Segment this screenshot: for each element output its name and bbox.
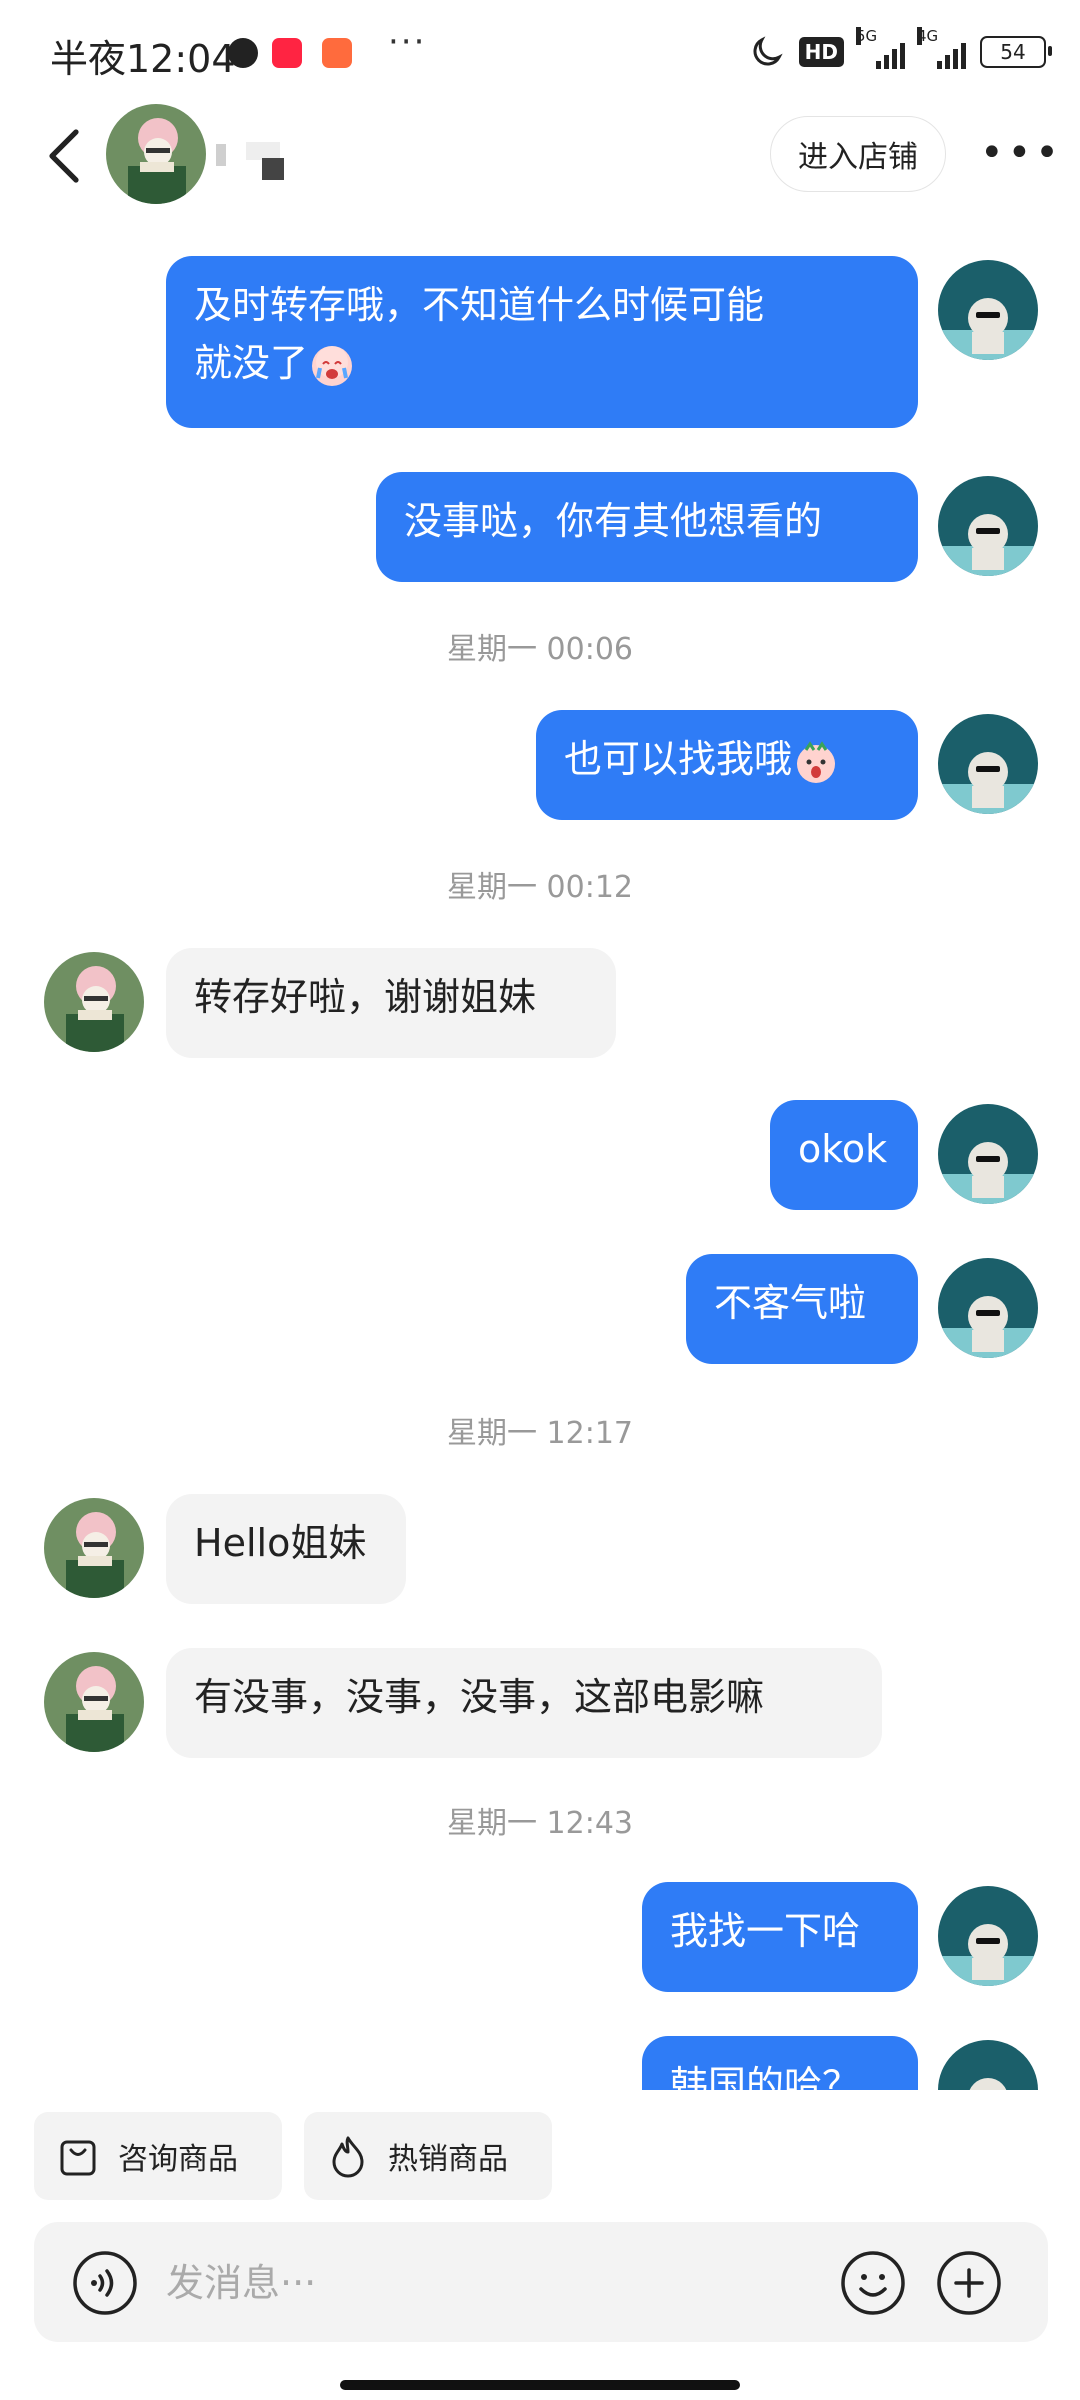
hd-voice-icon: HD bbox=[798, 37, 844, 67]
contact-name-redacted bbox=[216, 144, 226, 166]
message-bubble-outgoing[interactable]: 也可以找我哦 bbox=[536, 710, 918, 820]
surprised-face-icon bbox=[797, 740, 836, 783]
message-bubble-outgoing[interactable]: 及时转存哦，不知道什么时候可能 就没了 bbox=[166, 256, 918, 428]
message-bubble-outgoing[interactable]: 我找一下哈 bbox=[642, 1882, 918, 1992]
status-time: 半夜12:04 bbox=[50, 37, 236, 81]
message-bubble-outgoing[interactable]: 不客气啦 bbox=[686, 1254, 918, 1364]
status-bar: 半夜12:04 ··· HD 5G 4G 54 bbox=[0, 0, 1080, 100]
enter-shop-button[interactable]: 进入店铺 bbox=[770, 116, 946, 192]
xiaohongshu-icon bbox=[272, 38, 302, 68]
message-bubble-outgoing[interactable]: 韩国的哈？ bbox=[642, 2036, 918, 2090]
my-avatar[interactable] bbox=[938, 714, 1038, 814]
my-avatar[interactable] bbox=[938, 2040, 1038, 2090]
timestamp: 星期一 00:12 bbox=[447, 870, 633, 905]
signal-5g-icon: 5G bbox=[856, 27, 905, 69]
timestamp: 星期一 00:06 bbox=[447, 632, 633, 667]
battery-level: 54 bbox=[1000, 40, 1026, 64]
message-list[interactable]: 及时转存哦，不知道什么时候可能 就没了 没事哒，你有其他想看的 星期一 00:0… bbox=[0, 210, 1080, 2090]
consult-product-button[interactable]: 咨询商品 bbox=[34, 2112, 282, 2200]
battery-icon: 54 bbox=[980, 36, 1052, 68]
flame-icon bbox=[332, 2136, 364, 2178]
moon-icon bbox=[753, 36, 783, 66]
my-avatar[interactable] bbox=[938, 1258, 1038, 1358]
consult-product-label: 咨询商品 bbox=[118, 2142, 238, 2177]
crying-face-icon bbox=[312, 345, 353, 386]
emoji-icon[interactable] bbox=[840, 2250, 906, 2316]
chat-header: 进入店铺 ••• bbox=[0, 100, 1080, 210]
add-icon[interactable] bbox=[936, 2250, 1002, 2316]
my-avatar[interactable] bbox=[938, 1104, 1038, 1204]
home-indicator[interactable] bbox=[340, 2380, 740, 2390]
contact-avatar[interactable] bbox=[44, 1498, 144, 1598]
shopping-bag-icon bbox=[60, 2140, 96, 2176]
shopping-app-icon bbox=[322, 38, 352, 68]
my-avatar[interactable] bbox=[938, 476, 1038, 576]
message-bubble-incoming[interactable]: 有没事，没事，没事，这部电影嘛 bbox=[166, 1648, 882, 1758]
message-bubble-outgoing[interactable]: okok bbox=[770, 1100, 918, 1210]
timestamp: 星期一 12:43 bbox=[447, 1806, 633, 1841]
status-more-icon: ··· bbox=[388, 22, 427, 62]
message-bubble-incoming[interactable]: Hello姐妹 bbox=[166, 1494, 406, 1604]
my-avatar[interactable] bbox=[938, 1886, 1038, 1986]
contact-name-redacted bbox=[262, 158, 284, 180]
my-avatar[interactable] bbox=[938, 260, 1038, 360]
contact-avatar[interactable] bbox=[44, 1652, 144, 1752]
hot-products-label: 热销商品 bbox=[388, 2142, 508, 2177]
timestamp: 星期一 12:17 bbox=[447, 1416, 633, 1451]
voice-input-icon[interactable] bbox=[72, 2250, 138, 2316]
signal-4g-icon: 4G bbox=[917, 27, 966, 69]
hot-products-button[interactable]: 热销商品 bbox=[304, 2112, 552, 2200]
back-arrow-icon[interactable] bbox=[44, 128, 84, 184]
app-notification-icon bbox=[228, 38, 258, 68]
message-input[interactable] bbox=[164, 2252, 848, 2314]
message-bubble-outgoing[interactable]: 没事哒，你有其他想看的 bbox=[376, 472, 918, 582]
contact-avatar[interactable] bbox=[44, 952, 144, 1052]
more-options-icon[interactable]: ••• bbox=[980, 130, 1063, 176]
message-bubble-incoming[interactable]: 转存好啦，谢谢姐妹 bbox=[166, 948, 616, 1058]
message-input-bar bbox=[34, 2222, 1048, 2342]
contact-avatar[interactable] bbox=[106, 104, 206, 204]
